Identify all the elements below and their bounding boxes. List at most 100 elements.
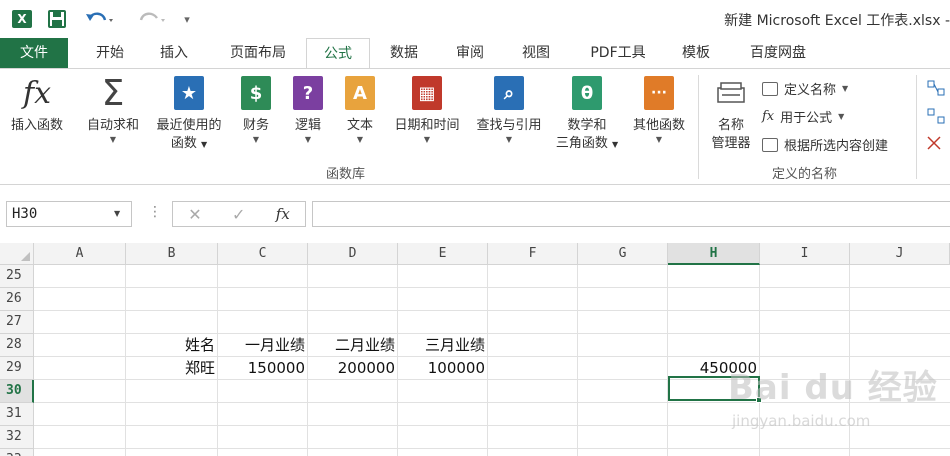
create-from-selection-label: 根据所选内容创建 xyxy=(784,139,889,154)
row-header-32[interactable]: 32 xyxy=(0,426,34,449)
cell-d29[interactable]: 200000 xyxy=(308,357,398,380)
math-trig-button[interactable]: θ 数学和 三角函数 ▼ xyxy=(550,75,624,154)
redo-icon[interactable] xyxy=(134,8,170,30)
financial-button[interactable]: $ 财务 ▼ xyxy=(234,75,278,145)
tab-pdf-tools[interactable]: PDF工具 xyxy=(582,38,654,68)
chevron-down-icon[interactable]: ▼ xyxy=(114,209,120,218)
gridline xyxy=(34,425,950,426)
logical-label: 逻辑 xyxy=(294,118,321,133)
row-header-30[interactable]: 30 xyxy=(0,380,34,403)
row-header-27[interactable]: 27 xyxy=(0,311,34,334)
tab-review[interactable]: 审阅 xyxy=(448,38,492,68)
defined-names-group-label: 定义的名称 xyxy=(772,167,838,182)
text-button[interactable]: A 文本 ▼ xyxy=(338,75,382,145)
text-label: 文本 xyxy=(346,118,373,133)
ribbon-tabs: 文件 开始 插入 页面布局 公式 数据 审阅 视图 PDF工具 模板 百度网盘 xyxy=(0,38,950,69)
column-header-f[interactable]: F xyxy=(488,243,578,265)
cancel-icon[interactable]: ✕ xyxy=(188,205,201,224)
chevron-down-icon: ▼ xyxy=(356,135,364,144)
column-header-j[interactable]: J xyxy=(850,243,950,265)
use-in-formula-button[interactable]: fx 用于公式 ▼ xyxy=(762,107,844,126)
create-from-selection-icon xyxy=(762,137,778,152)
autosum-button[interactable]: Σ 自动求和 ▼ xyxy=(80,72,146,145)
tab-baidu-netdisk[interactable]: 百度网盘 xyxy=(740,38,816,68)
tab-insert[interactable]: 插入 xyxy=(152,38,196,68)
save-icon[interactable] xyxy=(46,8,68,30)
calendar-book-icon: ▦ xyxy=(409,75,445,111)
cell-b28[interactable]: 姓名 xyxy=(126,334,218,357)
column-header-d[interactable]: D xyxy=(308,243,398,265)
cell-c29[interactable]: 150000 xyxy=(218,357,308,380)
column-header-a[interactable]: A xyxy=(34,243,126,265)
function-library-group-label: 函数库 xyxy=(326,167,366,182)
worksheet-grid[interactable]: A B C D E F G H I J 25 26 27 28 29 30 31… xyxy=(0,243,950,456)
column-header-i[interactable]: I xyxy=(760,243,850,265)
gridline xyxy=(577,265,578,456)
cell-c28[interactable]: 一月业绩 xyxy=(218,334,308,357)
chevron-down-icon: ▼ xyxy=(109,135,117,144)
select-all-corner[interactable] xyxy=(0,243,34,265)
chevron-down-icon: ▼ xyxy=(252,135,260,144)
lookup-reference-button[interactable]: ⌕ 查找与引用 ▼ xyxy=(470,75,548,145)
financial-label: 财务 xyxy=(242,118,269,133)
cell-d28[interactable]: 二月业绩 xyxy=(308,334,398,357)
define-name-button[interactable]: 定义名称 ▼ xyxy=(762,79,848,98)
recent-functions-label1: 最近使用的 xyxy=(156,118,222,133)
column-header-h[interactable]: H xyxy=(668,243,760,265)
recent-functions-button[interactable]: ★ 最近使用的 函数 ▼ xyxy=(150,75,228,154)
formula-bar: H30 ▼ ⋮ ✕ ✓ fx xyxy=(0,185,950,243)
column-header-b[interactable]: B xyxy=(126,243,218,265)
cell-e29[interactable]: 100000 xyxy=(398,357,488,380)
gridline xyxy=(34,287,950,288)
undo-icon[interactable] xyxy=(82,8,118,30)
insert-function-button[interactable]: fx 插入函数 xyxy=(4,75,70,135)
more-book-icon: ··· xyxy=(641,75,677,111)
tab-data[interactable]: 数据 xyxy=(382,38,426,68)
customize-qat-icon[interactable]: ▾ xyxy=(180,8,194,30)
tab-formulas[interactable]: 公式 xyxy=(306,38,370,69)
row-header-28[interactable]: 28 xyxy=(0,334,34,357)
cell-e28[interactable]: 三月业绩 xyxy=(398,334,488,357)
tab-view[interactable]: 视图 xyxy=(514,38,558,68)
row-header-33[interactable]: 33 xyxy=(0,449,34,456)
column-header-e[interactable]: E xyxy=(398,243,488,265)
name-manager-button[interactable]: 名称 管理器 xyxy=(702,75,760,153)
group-separator xyxy=(698,75,699,179)
date-time-button[interactable]: ▦ 日期和时间 ▼ xyxy=(388,75,466,145)
tab-home[interactable]: 开始 xyxy=(88,38,132,68)
chevron-down-icon: ▼ xyxy=(304,135,312,144)
formula-bar-grip-icon[interactable]: ⋮ xyxy=(148,204,162,220)
tab-page-layout[interactable]: 页面布局 xyxy=(222,38,294,68)
sigma-icon: Σ xyxy=(101,72,125,114)
logical-button[interactable]: ? 逻辑 ▼ xyxy=(286,75,330,145)
gridline xyxy=(34,310,950,311)
active-cell-h30[interactable] xyxy=(668,376,760,401)
column-header-c[interactable]: C xyxy=(218,243,308,265)
function-icon: fx xyxy=(22,75,52,111)
more-functions-button[interactable]: ··· 其他函数 ▼ xyxy=(626,75,692,145)
formula-input[interactable] xyxy=(312,201,950,227)
cell-b29[interactable]: 郑旺 xyxy=(126,357,218,380)
row-header-26[interactable]: 26 xyxy=(0,288,34,311)
chevron-down-icon: ▼ xyxy=(505,135,513,144)
gridline xyxy=(34,448,950,449)
row-header-25[interactable]: 25 xyxy=(0,265,34,288)
autosum-label: 自动求和 xyxy=(86,118,139,133)
create-from-selection-button[interactable]: 根据所选内容创建 xyxy=(762,135,888,154)
fill-handle[interactable] xyxy=(756,397,762,403)
insert-function-icon[interactable]: fx xyxy=(276,205,290,223)
formula-auditing-icons xyxy=(926,77,946,161)
name-manager-label2: 管理器 xyxy=(711,136,751,151)
excel-logo-icon[interactable]: X xyxy=(10,8,34,30)
recent-functions-label2: 函数 ▼ xyxy=(170,136,208,151)
row-header-29[interactable]: 29 xyxy=(0,357,34,380)
gridline xyxy=(849,265,850,456)
math-trig-label2: 三角函数 ▼ xyxy=(555,136,619,151)
confirm-icon[interactable]: ✓ xyxy=(232,205,245,224)
magnifier-book-icon: ⌕ xyxy=(491,75,527,111)
row-header-31[interactable]: 31 xyxy=(0,403,34,426)
tab-file[interactable]: 文件 xyxy=(0,38,68,68)
column-header-g[interactable]: G xyxy=(578,243,668,265)
tab-templates[interactable]: 模板 xyxy=(674,38,718,68)
chevron-down-icon: ▼ xyxy=(838,112,845,121)
